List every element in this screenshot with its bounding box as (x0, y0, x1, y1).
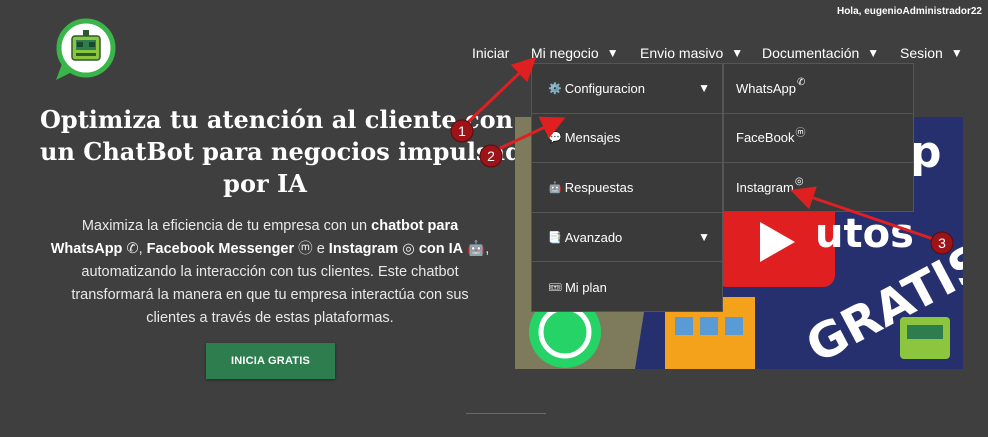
nav-mi-negocio-label: Mi negocio (531, 45, 599, 61)
desc-text: e (312, 241, 329, 257)
menu-item-avanzado[interactable]: 📑 Avanzado ▼ (532, 213, 722, 263)
menu-item-mi-plan[interactable]: 🎟 Mi plan (532, 262, 722, 312)
menu-item-label: Respuestas (564, 179, 634, 195)
mi-negocio-dropdown: ⚙️ Configuracion ▼ 💬 Mensajes 🤖 Respuest… (531, 63, 723, 312)
desc-text: , (138, 241, 147, 257)
nav-envio-masivo[interactable]: Envio masivo ▼ (640, 45, 743, 61)
chevron-down-icon: ▼ (867, 46, 880, 60)
whatsapp-icon: ✆ (126, 241, 139, 257)
submenu-item-whatsapp[interactable]: WhatsApp ✆ (724, 64, 913, 114)
chevron-down-icon: ▼ (698, 230, 710, 245)
submenu-item-label: FaceBook (736, 130, 795, 146)
desc-text: Maximiza la eficiencia de tu empresa con… (81, 218, 372, 234)
main-nav: Iniciar Mi negocio ▼ Envio masivo ▼ Docu… (470, 43, 968, 63)
svg-text:utos: utos (815, 211, 914, 257)
chatbot-logo-icon[interactable] (50, 18, 118, 82)
instagram-icon: ◎ (794, 176, 804, 188)
svg-text:p: p (910, 127, 942, 178)
robot-icon: 🤖 (548, 181, 562, 194)
nav-mi-negocio[interactable]: Mi negocio ▼ (531, 45, 619, 61)
hero-title: Optimiza tu atención al cliente con un C… (40, 104, 538, 200)
divider (466, 413, 546, 414)
document-icon: 📑 (548, 231, 562, 244)
user-greeting: Hola, eugenioAdministrador22 (836, 6, 982, 17)
hero-title-line: un ChatBot para negocios impulsado (40, 137, 538, 166)
chevron-down-icon: ▼ (950, 46, 963, 60)
hero-title-line: por IA (223, 169, 307, 198)
chevron-down-icon: ▼ (606, 46, 619, 60)
desc-bold-instagram: Instagram (328, 241, 399, 257)
messenger-icon: ⓜ (795, 128, 806, 140)
robot-icon: 🤖 (467, 241, 486, 257)
hero-title-line: Optimiza tu atención al cliente con (40, 105, 514, 134)
messenger-icon: ⓜ (298, 241, 313, 257)
desc-bold-ia: con IA (414, 241, 464, 257)
menu-item-label: Avanzado (564, 229, 623, 245)
submenu-item-label: Instagram (736, 180, 794, 196)
nav-documentacion[interactable]: Documentación ▼ (762, 45, 879, 61)
submenu-item-facebook[interactable]: FaceBook ⓜ (724, 114, 913, 164)
nav-iniciar-label: Iniciar (472, 45, 510, 61)
nav-documentacion-label: Documentación (762, 45, 860, 61)
nav-iniciar[interactable]: Iniciar (472, 45, 509, 61)
instagram-icon: ◎ (402, 241, 415, 257)
chevron-down-icon: ▼ (731, 46, 744, 60)
whatsapp-icon: ✆ (796, 76, 806, 88)
hero-description: Maximiza la eficiencia de tu empresa con… (50, 215, 490, 330)
menu-item-configuracion[interactable]: ⚙️ Configuracion ▼ (532, 64, 722, 114)
submenu-item-instagram[interactable]: Instagram ◎ (724, 163, 913, 213)
desc-bold-messenger: Facebook Messenger (146, 241, 295, 257)
menu-item-label: Mensajes (564, 130, 621, 146)
menu-item-label: Configuracion (564, 80, 645, 96)
nav-sesion-label: Sesion (900, 45, 943, 61)
ticket-icon: 🎟 (548, 281, 562, 294)
nav-sesion[interactable]: Sesion ▼ (900, 45, 963, 61)
start-free-button[interactable]: INICIA GRATIS (206, 343, 335, 379)
configuracion-submenu: WhatsApp ✆ FaceBook ⓜ Instagram ◎ (723, 63, 914, 212)
submenu-item-label: WhatsApp (736, 80, 796, 96)
nav-envio-masivo-label: Envio masivo (640, 45, 724, 61)
menu-item-mensajes[interactable]: 💬 Mensajes (532, 114, 722, 164)
menu-item-respuestas[interactable]: 🤖 Respuestas (532, 163, 722, 213)
gear-icon: ⚙️ (548, 82, 562, 95)
chevron-down-icon: ▼ (698, 81, 710, 96)
chat-bubble-icon: 💬 (548, 132, 562, 145)
menu-item-label: Mi plan (564, 279, 607, 295)
